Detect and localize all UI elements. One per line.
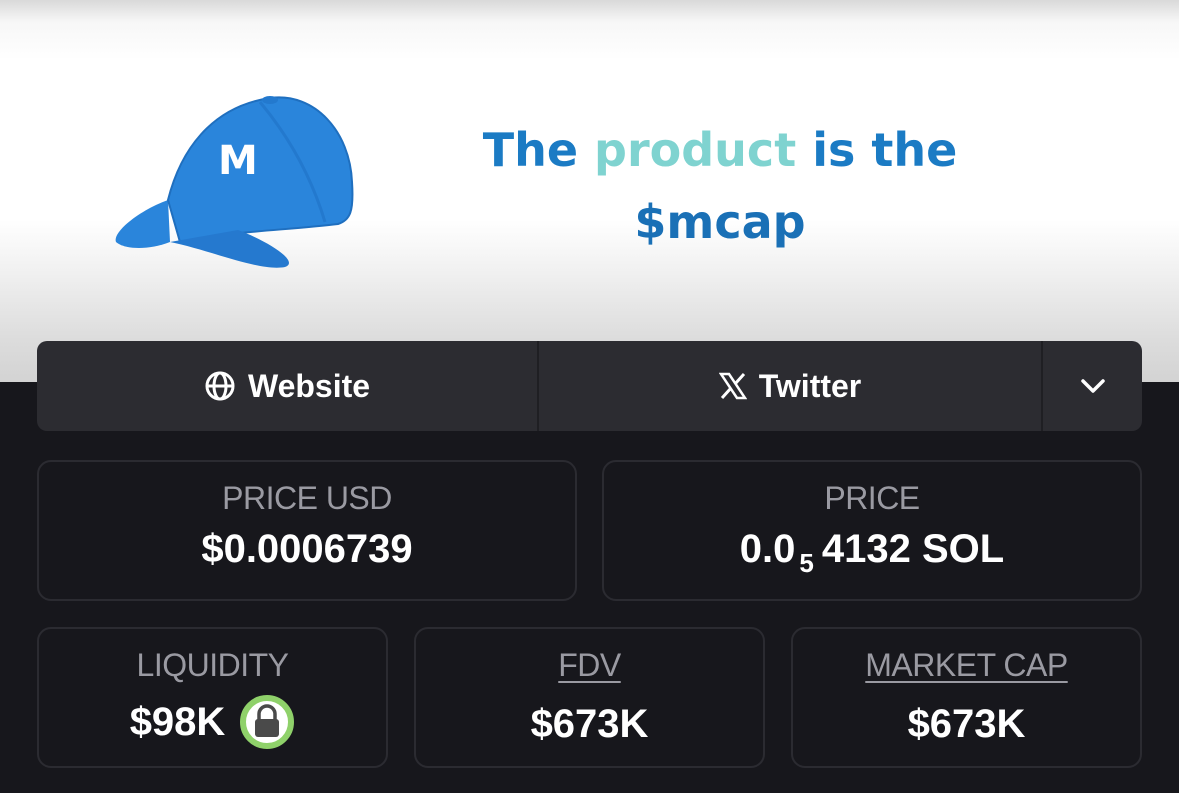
website-button[interactable]: Website bbox=[37, 341, 539, 431]
fdv-value: $673K bbox=[530, 702, 649, 746]
links-bar: Website Twitter bbox=[37, 341, 1142, 431]
twitter-button[interactable]: Twitter bbox=[539, 341, 1043, 431]
liquidity-card: LIQUIDITY $98K bbox=[37, 627, 388, 768]
liquidity-value: $98K bbox=[129, 699, 226, 744]
liquidity-value-row: $98K bbox=[39, 694, 386, 750]
price-usd-card: PRICE USD $0.0006739 bbox=[37, 460, 577, 601]
x-logo-icon bbox=[718, 372, 747, 400]
liquidity-label: LIQUIDITY bbox=[136, 647, 289, 683]
globe-icon bbox=[205, 371, 235, 401]
banner-tagline: The product is the $mcap bbox=[430, 118, 1010, 262]
lock-icon[interactable] bbox=[239, 694, 295, 750]
cap-logo-icon: M bbox=[115, 96, 354, 268]
tagline-line-2: $mcap bbox=[634, 195, 806, 249]
price-value-suffix: 4132 SOL bbox=[821, 527, 1005, 571]
fdv-label[interactable]: FDV bbox=[416, 647, 763, 684]
tagline-highlight: product bbox=[594, 123, 797, 177]
website-label: Website bbox=[247, 367, 371, 404]
price-label: PRICE bbox=[824, 480, 920, 516]
market-cap-value: $673K bbox=[907, 702, 1026, 746]
price-value: 0.0 5 4132 SOL bbox=[604, 527, 1140, 578]
market-cap-card: MARKET CAP $673K bbox=[791, 627, 1142, 768]
tagline-part-3: is the bbox=[796, 123, 958, 177]
tagline-part-1: The bbox=[482, 123, 595, 177]
chevron-down-icon bbox=[1080, 379, 1105, 393]
price-value-prefix: 0.0 bbox=[739, 527, 796, 571]
twitter-label: Twitter bbox=[758, 367, 862, 404]
price-value-subscript: 5 bbox=[799, 548, 814, 578]
fdv-card: FDV $673K bbox=[414, 627, 765, 768]
market-cap-label[interactable]: MARKET CAP bbox=[793, 647, 1140, 684]
more-links-button[interactable] bbox=[1043, 341, 1142, 431]
token-banner: M The product is the $mcap bbox=[0, 0, 1179, 382]
price-usd-value: $0.0006739 bbox=[201, 527, 413, 571]
price-card: PRICE 0.0 5 4132 SOL bbox=[602, 460, 1142, 601]
cap-letter: M bbox=[218, 138, 258, 184]
price-usd-label: PRICE USD bbox=[222, 480, 392, 516]
